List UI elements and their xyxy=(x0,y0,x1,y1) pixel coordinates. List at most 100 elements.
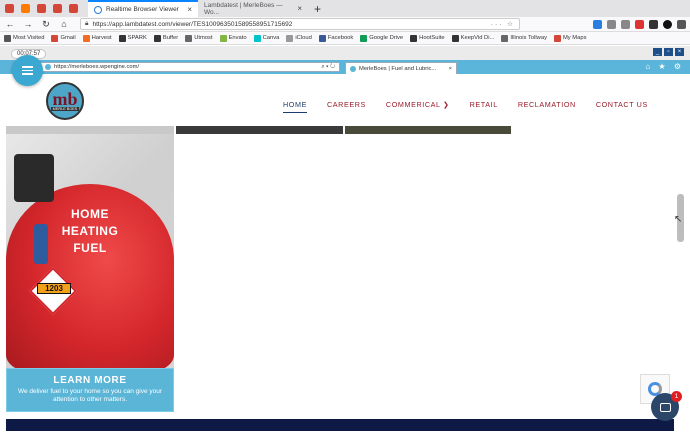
bookmark-item[interactable]: Gmail xyxy=(51,34,76,42)
remote-browser-chrome: https://merleboes.wpengine.com/ ⌕ ▾ ↻ Me… xyxy=(0,60,690,74)
hamburger-menu-button[interactable] xyxy=(12,55,43,86)
bookmark-favicon-icon xyxy=(185,34,193,42)
tab-title: Lambdatest | MerleBoes — Wo... xyxy=(204,1,283,16)
remote-url-bar[interactable]: https://merleboes.wpengine.com/ ⌕ ▾ ↻ xyxy=(40,62,340,72)
menu-bar-icon xyxy=(22,69,33,72)
bookmark-item[interactable]: Google Drive xyxy=(360,34,403,42)
nav-careers[interactable]: CAREERS xyxy=(327,100,366,113)
pinned-tab-4[interactable] xyxy=(50,2,64,15)
extension-icon[interactable] xyxy=(663,19,672,29)
bookmark-item[interactable]: iCloud xyxy=(286,34,312,42)
tab-realtime-viewer[interactable]: Realtime Browser Viewer × xyxy=(88,0,198,17)
bookmark-label: Canva xyxy=(262,35,280,41)
nav-contact-us[interactable]: CONTACT US xyxy=(596,100,648,113)
toolbar-extensions xyxy=(593,19,686,29)
bookmark-item[interactable]: Harvest xyxy=(82,34,112,42)
bookmark-item[interactable]: Canva xyxy=(253,34,280,42)
page-scrollbar-track[interactable] xyxy=(676,106,685,436)
logo-text: mb xyxy=(52,89,78,109)
site-logo[interactable]: mb MERLE BOES xyxy=(46,82,84,120)
home-star-settings-icon[interactable]: ⌂ ★ ⚙ xyxy=(645,62,684,71)
bookmark-item[interactable]: Most Visited xyxy=(4,34,45,42)
gmail-icon xyxy=(4,4,14,13)
window-controls: _ ▫ × xyxy=(653,48,684,56)
reload-icon[interactable]: ↻ xyxy=(40,19,52,30)
bookmark-item[interactable]: HootSuite xyxy=(410,34,445,42)
page-actions-icon[interactable]: ··· ☆ xyxy=(491,20,515,28)
bookmark-label: SPARK xyxy=(127,35,147,41)
menu-icon[interactable] xyxy=(677,19,686,29)
pinned-tab-2[interactable] xyxy=(18,2,32,15)
browser-tab-strip: Realtime Browser Viewer × Lambdatest | M… xyxy=(0,0,690,17)
bookmark-item[interactable]: Utmost xyxy=(185,34,213,42)
remote-tab[interactable]: MerleBoes | Fuel and Lubric... × xyxy=(345,62,457,74)
gmail-icon xyxy=(68,4,78,13)
pinned-tab-3[interactable] xyxy=(34,2,48,15)
bookmark-item[interactable]: Illinois Tollway xyxy=(501,34,547,42)
tab-title: Realtime Browser Viewer xyxy=(106,6,179,13)
page-favicon-icon xyxy=(350,65,356,72)
bookmark-label: Illinois Tollway xyxy=(510,35,547,41)
image-tile xyxy=(345,126,511,134)
close-tab-icon[interactable]: × xyxy=(187,5,192,14)
pinned-tab-1[interactable] xyxy=(2,2,16,15)
download-icon[interactable] xyxy=(593,19,602,29)
home-icon[interactable]: ⌂ xyxy=(58,19,70,29)
new-tab-button[interactable]: + xyxy=(314,2,321,16)
bookmark-item[interactable]: Envato xyxy=(219,34,247,42)
lambdatest-favicon-icon xyxy=(94,5,102,14)
nav-retail[interactable]: RETAIL xyxy=(470,100,498,113)
card-title-line: HOME xyxy=(71,207,109,221)
nav-reclamation[interactable]: RECLAMATION xyxy=(518,100,576,113)
bookmark-favicon-icon xyxy=(553,34,561,42)
bookmark-label: Buffer xyxy=(162,35,179,41)
bookmark-item[interactable]: KeepVid Di... xyxy=(451,34,495,42)
site-footer xyxy=(6,419,674,431)
viewer-top-bar: 00:07:57 _ ▫ × xyxy=(0,46,690,60)
logo-subtext: MERLE BOES xyxy=(50,107,80,111)
pinned-tab-5[interactable] xyxy=(66,2,80,15)
lock-icon: 🔒︎ xyxy=(85,20,89,27)
close-tab-icon[interactable]: × xyxy=(449,66,452,72)
forward-icon[interactable]: → xyxy=(22,19,34,29)
nav-home[interactable]: HOME xyxy=(283,100,307,113)
bookmark-favicon-icon xyxy=(118,34,126,42)
library-icon[interactable] xyxy=(607,19,616,29)
url-text: https://app.lambdatest.com/viewer/TES100… xyxy=(92,20,293,28)
close-tab-icon[interactable]: × xyxy=(297,4,302,13)
bookmark-label: Harvest xyxy=(91,35,112,41)
search-refresh-icon[interactable]: ⌕ ▾ ↻ xyxy=(321,64,335,71)
home-heating-fuel-card[interactable]: 1203 HOME HEATING FUEL LEARN MORE We del… xyxy=(6,134,174,412)
bookmark-item[interactable]: My Maps xyxy=(553,34,587,42)
image-tile xyxy=(176,126,343,134)
extension-icon[interactable] xyxy=(649,19,658,29)
extension-icon[interactable] xyxy=(635,19,644,29)
minimize-icon[interactable]: _ xyxy=(653,48,662,56)
back-icon[interactable]: ← xyxy=(4,19,16,29)
bookmark-label: HootSuite xyxy=(419,35,445,41)
sidebar-icon[interactable] xyxy=(621,19,630,29)
gmail-icon xyxy=(52,4,62,13)
learn-more-panel[interactable]: LEARN MORE We deliver fuel to your home … xyxy=(6,368,174,412)
close-icon[interactable]: × xyxy=(675,48,684,56)
learn-more-button[interactable]: LEARN MORE xyxy=(7,375,173,386)
image-strip xyxy=(6,126,511,134)
bookmark-label: KeepVid Di... xyxy=(460,35,495,41)
bookmark-label: My Maps xyxy=(562,35,587,41)
bookmark-item[interactable]: Buffer xyxy=(153,34,179,42)
maximize-icon[interactable]: ▫ xyxy=(664,48,673,56)
url-bar[interactable]: 🔒︎ https://app.lambdatest.com/viewer/TES… xyxy=(80,18,520,30)
bookmark-label: Most Visited xyxy=(13,35,45,41)
bookmark-favicon-icon xyxy=(51,34,59,42)
bookmark-favicon-icon xyxy=(451,34,459,42)
bookmark-item[interactable]: SPARK xyxy=(118,34,147,42)
bookmark-label: Facebook xyxy=(327,35,354,41)
nav-commerical[interactable]: COMMERICAL ❯ xyxy=(386,100,450,113)
menu-bar-icon xyxy=(22,66,33,68)
bookmark-label: iCloud xyxy=(295,35,312,41)
card-title-line: FUEL xyxy=(73,241,107,255)
remote-url-text: https://merleboes.wpengine.com/ xyxy=(54,64,140,70)
tab-lambdatest[interactable]: Lambdatest | MerleBoes — Wo... × xyxy=(198,0,308,17)
bookmark-item[interactable]: Facebook xyxy=(318,34,354,42)
bookmark-favicon-icon xyxy=(286,34,294,42)
